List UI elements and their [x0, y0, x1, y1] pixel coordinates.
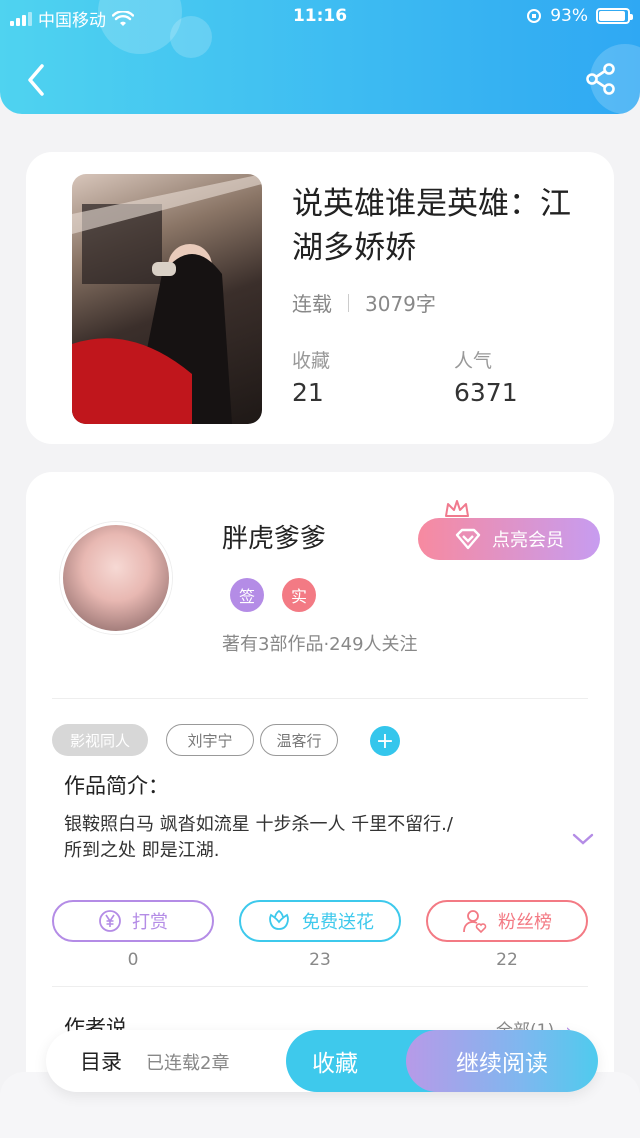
author-name[interactable]: 胖虎爹爹: [222, 518, 326, 555]
tag-item[interactable]: 刘宇宁: [166, 724, 254, 756]
cover-art: [72, 174, 262, 424]
flower-icon: [269, 909, 289, 930]
verified-badge: 实: [282, 578, 316, 612]
flower-count: 23: [309, 950, 331, 970]
tip-button[interactable]: 打赏: [52, 900, 214, 942]
book-info-card: 说英雄谁是英雄：江湖多娇娇 连载 3079字 收藏 21 人气 6371: [26, 152, 614, 444]
tip-count: 0: [127, 950, 139, 970]
author-stats: 著有3部作品·249人关注: [222, 634, 418, 655]
tag-item[interactable]: 影视同人: [52, 724, 148, 756]
book-status: 连载: [292, 292, 332, 316]
chapter-count: 已连载2章: [146, 1053, 230, 1074]
continue-reading-button[interactable]: 继续阅读: [406, 1030, 598, 1092]
add-tag-button[interactable]: +: [370, 726, 400, 756]
user-heart-icon: [463, 910, 487, 934]
book-cover-image[interactable]: [72, 174, 262, 424]
intro-text: 银鞍照白马 飒沓如流星 十步杀一人 千里不留行./ 所到之处 即是江湖.: [64, 812, 544, 864]
favorite-label: 收藏: [312, 1051, 358, 1077]
fan-ranking-label: 粉丝榜: [498, 912, 552, 933]
popularity-value: 6371: [454, 378, 518, 407]
intro-title: 作品简介：: [64, 774, 169, 798]
author-avatar[interactable]: [60, 522, 172, 634]
tip-label: 打赏: [132, 912, 168, 933]
book-meta: 连载 3079字: [292, 288, 436, 317]
continue-reading-label: 继续阅读: [456, 1051, 548, 1077]
divider: [52, 698, 588, 699]
fan-ranking-button[interactable]: 粉丝榜: [426, 900, 588, 942]
tag-item[interactable]: 温客行: [260, 724, 338, 756]
share-icon[interactable]: [584, 62, 618, 96]
signed-badge: 签: [230, 578, 264, 612]
favorites-value: 21: [292, 378, 324, 407]
send-flower-button[interactable]: 免费送花: [239, 900, 401, 942]
diamond-icon: [455, 528, 481, 550]
intro-line: 所到之处 即是江湖.: [64, 840, 220, 861]
vip-label: 点亮会员: [492, 530, 564, 551]
toc-button[interactable]: 目录: [80, 1046, 122, 1076]
rotation-lock-icon: [527, 9, 542, 23]
favorites-label: 收藏: [292, 350, 331, 372]
battery-percent: 93%: [550, 6, 588, 26]
divider: [52, 986, 588, 987]
fan-count: 22: [496, 950, 518, 970]
chevron-down-icon[interactable]: [572, 832, 594, 846]
header-bar: 中国移动 11:16 93%: [0, 0, 640, 114]
book-title: 说英雄谁是英雄：江湖多娇娇: [292, 186, 571, 266]
popularity-label: 人气: [454, 350, 493, 372]
bottom-action-bar: 目录 已连载2章 收藏 继续阅读: [46, 1030, 598, 1092]
word-count: 3079字: [365, 292, 436, 316]
back-icon[interactable]: [22, 62, 50, 98]
battery-icon: [596, 8, 633, 24]
crown-icon: [445, 500, 469, 517]
meta-divider: [348, 293, 349, 312]
status-bar: 中国移动 11:16 93%: [0, 0, 640, 34]
yen-icon: [99, 910, 121, 932]
vip-button[interactable]: 点亮会员: [418, 518, 600, 560]
intro-line: 银鞍照白马 飒沓如流星 十步杀一人 千里不留行./: [64, 814, 453, 835]
send-flower-label: 免费送花: [302, 912, 374, 933]
